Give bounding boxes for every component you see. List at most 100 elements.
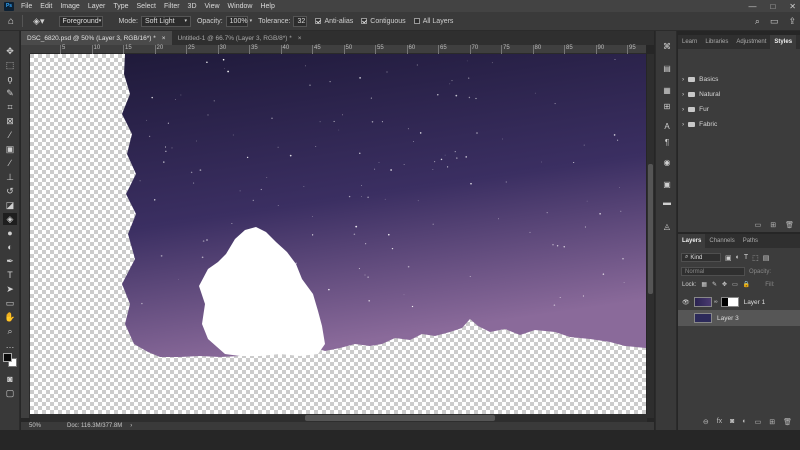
shape-filter-icon[interactable]: ⬚ [752, 254, 759, 262]
history-brush-tool-icon[interactable]: ↺ [3, 185, 17, 197]
adjustments-panel-icon[interactable]: ⊞ [661, 101, 673, 112]
mode-dropdown[interactable]: Soft Light ▾ [140, 15, 191, 27]
document-canvas[interactable] [30, 54, 646, 414]
clone-stamp-tool-icon[interactable]: ⊥ [3, 171, 17, 183]
brushes-panel-icon[interactable]: ▬ [661, 197, 673, 208]
menu-layer[interactable]: Layer [84, 3, 110, 10]
history-panel-icon[interactable]: ⌘ [661, 41, 673, 52]
tab-adjustments[interactable]: Adjustment [732, 35, 770, 49]
frame-tool-icon[interactable]: ⊠ [3, 115, 17, 127]
blend-mode-dropdown[interactable]: Normal [681, 267, 745, 276]
menu-help[interactable]: Help [256, 3, 278, 10]
layer-mask-thumbnail[interactable] [720, 297, 739, 307]
share-icon[interactable]: ⇪ [788, 16, 796, 27]
menu-type[interactable]: Type [109, 3, 132, 10]
search-icon[interactable]: ⌕ [755, 16, 760, 27]
info-panel-icon[interactable]: ▣ [661, 179, 673, 190]
brush-tool-icon[interactable]: ∕ [3, 157, 17, 169]
menu-3d[interactable]: 3D [184, 3, 201, 10]
screen-mode-icon[interactable]: ▢ [3, 387, 17, 399]
tab-styles[interactable]: Styles [770, 35, 797, 49]
pen-tool-icon[interactable]: ✒ [3, 255, 17, 267]
vertical-ruler[interactable] [21, 54, 30, 418]
hand-tool-icon[interactable]: ✋ [3, 311, 17, 323]
zoom-level[interactable]: 50% [29, 423, 41, 429]
menu-file[interactable]: File [17, 3, 36, 10]
healing-brush-tool-icon[interactable]: ▣ [3, 143, 17, 155]
lock-image-icon[interactable]: ✎ [712, 281, 717, 288]
contiguous-checkbox[interactable] [361, 18, 368, 24]
workspace-icon[interactable]: ▭ [770, 16, 779, 27]
layer-name[interactable]: Layer 3 [717, 315, 739, 322]
layer-row-layer-3[interactable]: Layer 3 [678, 310, 800, 326]
tolerance-field[interactable]: 32 [293, 15, 308, 27]
new-group-icon[interactable]: ▭ [755, 418, 762, 426]
smart-object-filter-icon[interactable]: ▤ [763, 254, 770, 262]
menu-image[interactable]: Image [56, 3, 83, 10]
link-layers-icon[interactable]: ⊖ [703, 418, 709, 426]
horizontal-scroll-thumb[interactable] [305, 415, 495, 421]
crop-tool-icon[interactable]: ⌗ [3, 101, 17, 113]
more-tools-icon[interactable]: … [3, 339, 17, 351]
minimize-button[interactable]: — [748, 2, 756, 11]
character-panel-icon[interactable]: A [661, 121, 673, 132]
eye-icon[interactable]: 👁 [682, 299, 692, 306]
marquee-tool-icon[interactable]: ⬚ [3, 59, 17, 71]
tab-untitled-1[interactable]: Untitled-1 @ 66.7% (Layer 3, RGB/8*) * × [172, 31, 308, 45]
tab-paths[interactable]: Paths [739, 234, 762, 248]
style-group-basics[interactable]: › Basics [682, 73, 718, 85]
properties-panel-icon[interactable]: ▤ [661, 63, 673, 74]
swatches-panel-icon[interactable]: ▦ [661, 85, 673, 96]
move-tool-icon[interactable]: ✥ [3, 45, 17, 57]
style-group-fabric[interactable]: › Fabric [682, 118, 717, 130]
style-group-natural[interactable]: › Natural [682, 88, 720, 100]
menu-filter[interactable]: Filter [160, 3, 184, 10]
glyphs-panel-icon[interactable]: ◉ [661, 157, 673, 168]
adjustment-layer-icon[interactable]: ◐ [742, 418, 746, 426]
paragraph-panel-icon[interactable]: ¶ [661, 137, 673, 148]
adjustment-filter-icon[interactable]: ◐ [736, 254, 740, 261]
type-filter-icon[interactable]: T [744, 254, 748, 261]
kind-filter-dropdown[interactable]: ⌕ Kind [681, 253, 721, 262]
paint-bucket-tool-icon[interactable]: ◈ [3, 213, 17, 225]
menu-window[interactable]: Window [224, 3, 257, 10]
type-tool-icon[interactable]: T [3, 269, 17, 281]
tab-channels[interactable]: Channels [705, 234, 738, 248]
maximize-button[interactable]: □ [770, 2, 775, 11]
eyedropper-tool-icon[interactable]: ⁄ [3, 129, 17, 141]
lasso-tool-icon[interactable]: ϙ [3, 73, 17, 85]
chevron-right-icon[interactable]: › [130, 423, 132, 429]
all-layers-checkbox[interactable] [413, 18, 420, 24]
lock-transparent-icon[interactable]: ▦ [701, 281, 707, 288]
vertical-scroll-thumb[interactable] [648, 164, 653, 294]
horizontal-ruler[interactable]: 5 10 15 20 25 30 35 40 45 50 55 60 65 70 75 80 85 90 95 [30, 45, 646, 54]
lock-position-icon[interactable]: ✥ [722, 281, 727, 288]
layer-row-layer-1[interactable]: 👁 ∞ Layer 1 [678, 294, 800, 310]
rectangle-tool-icon[interactable]: ▭ [3, 297, 17, 309]
zoom-tool-icon[interactable]: ⌕ [3, 325, 17, 337]
layer-name[interactable]: Layer 1 [744, 299, 766, 306]
fill-source-dropdown[interactable]: Foreground ▾ [58, 15, 103, 27]
new-group-icon[interactable]: ▭ [755, 221, 762, 229]
style-group-fur[interactable]: › Fur [682, 103, 709, 115]
foreground-color-swatch[interactable] [3, 353, 12, 362]
quick-selection-tool-icon[interactable]: ✎ [3, 87, 17, 99]
path-selection-tool-icon[interactable]: ➤ [3, 283, 17, 295]
chevron-down-icon[interactable]: ▾ [250, 18, 253, 24]
close-icon[interactable]: × [298, 35, 302, 42]
pixel-filter-icon[interactable]: ▣ [725, 254, 732, 262]
menu-edit[interactable]: Edit [36, 3, 56, 10]
add-mask-icon[interactable]: ◙ [730, 418, 734, 426]
close-icon[interactable]: × [162, 35, 166, 42]
tab-libraries[interactable]: Libraries [701, 35, 732, 49]
anti-alias-checkbox[interactable] [315, 18, 322, 24]
eraser-tool-icon[interactable]: ◪ [3, 199, 17, 211]
tool-presets-panel-icon[interactable]: ◬ [661, 221, 673, 232]
new-style-icon[interactable]: ⊞ [770, 221, 776, 229]
paint-bucket-tool-preset-icon[interactable]: ◈▾ [33, 16, 44, 27]
trash-icon[interactable]: 🗑 [785, 221, 794, 229]
horizontal-scrollbar[interactable] [30, 414, 647, 422]
dodge-tool-icon[interactable]: ◐ [3, 241, 17, 253]
tab-learn[interactable]: Learn [678, 35, 701, 49]
trash-icon[interactable]: 🗑 [783, 418, 792, 426]
